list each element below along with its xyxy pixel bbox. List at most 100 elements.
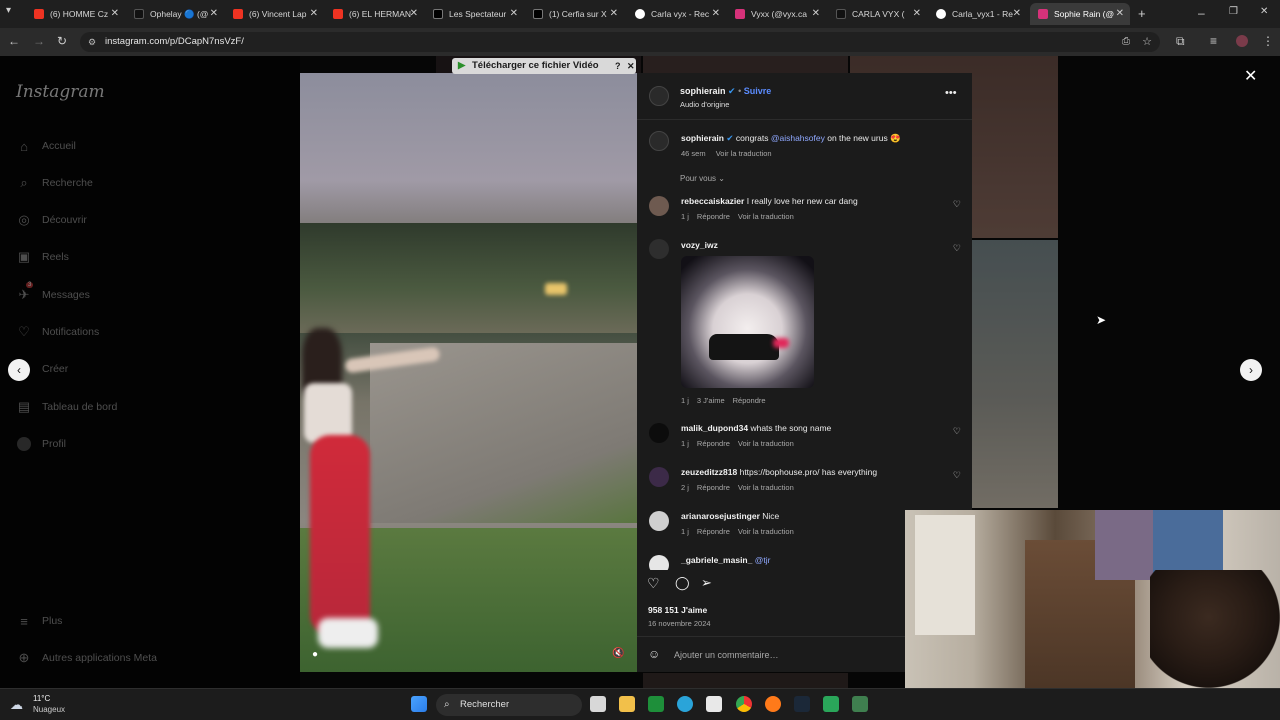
previous-post-button[interactable]: ‹ xyxy=(8,359,30,381)
see-translation-link[interactable]: Voir la traduction xyxy=(738,212,794,221)
reply-link[interactable]: Répondre xyxy=(697,439,730,448)
close-icon[interactable]: ✕ xyxy=(627,58,635,74)
new-tab-button[interactable]: + xyxy=(1138,6,1146,21)
browser-tab[interactable]: Vyxx (@vyx.ca ✕ xyxy=(727,3,826,25)
comment-image[interactable] xyxy=(681,256,814,388)
audio-label[interactable]: Audio d'origine xyxy=(680,100,729,109)
close-icon[interactable]: ✕ xyxy=(310,8,318,19)
browser-tab[interactable]: CARLA VYX ( ✕ xyxy=(828,3,927,25)
close-icon[interactable]: ✕ xyxy=(210,8,218,19)
weather-temp[interactable]: 11°C xyxy=(33,694,50,703)
comment-likes[interactable]: 3 J'aime xyxy=(697,396,725,405)
share-icon[interactable]: ➢ xyxy=(701,575,712,591)
comment-username[interactable]: vozy_iwz xyxy=(681,240,718,250)
comment-body[interactable]: @tjr xyxy=(755,555,771,565)
firefox-icon[interactable] xyxy=(765,696,781,712)
reply-link[interactable]: Répondre xyxy=(697,527,730,536)
close-icon[interactable]: ✕ xyxy=(1013,8,1021,19)
extensions-icon[interactable]: ⧉ xyxy=(1176,34,1185,49)
comment-filter-dropdown[interactable]: Pour vous ⌄ xyxy=(680,174,725,183)
close-modal-icon[interactable]: ✕ xyxy=(1244,66,1257,86)
close-icon[interactable]: ✕ xyxy=(510,8,518,19)
comment-username[interactable]: rebeccaiskazier xyxy=(681,196,744,206)
post-video[interactable]: ● 🔇 xyxy=(300,73,637,672)
commenter-avatar[interactable] xyxy=(649,467,669,487)
likes-count[interactable]: 958 151 J'aime xyxy=(648,605,707,615)
browser-tab[interactable]: (6) Vincent Lap ✕ xyxy=(225,3,324,25)
comment-username[interactable]: _gabriele_masin_ xyxy=(681,555,752,565)
reply-link[interactable]: Répondre xyxy=(733,396,766,405)
close-icon[interactable]: ✕ xyxy=(111,8,119,19)
like-comment-icon[interactable]: ♡ xyxy=(953,470,961,481)
browser-tab[interactable]: Carla_vyx1 - Re ✕ xyxy=(928,3,1027,25)
download-video-bar[interactable]: ▶ Télécharger ce fichier Vidéo ? ✕ xyxy=(452,58,636,74)
like-comment-icon[interactable]: ♡ xyxy=(953,426,961,437)
weather-desc[interactable]: Nuageux xyxy=(33,705,65,714)
see-translation-link[interactable]: Voir la traduction xyxy=(738,483,794,492)
commenter-avatar[interactable] xyxy=(649,511,669,531)
close-icon[interactable]: ✕ xyxy=(712,8,720,19)
browser-tab[interactable]: (6) EL HERMAN ✕ xyxy=(325,3,424,25)
bookmark-star-icon[interactable]: ☆ xyxy=(1142,32,1152,52)
file-explorer-icon[interactable] xyxy=(619,696,635,712)
comment-username[interactable]: zeuzeditzz818 xyxy=(681,467,737,477)
comment-username[interactable]: arianarosejustinger xyxy=(681,511,760,521)
more-options-icon[interactable]: ••• xyxy=(945,87,957,99)
url-field[interactable]: ⚙ instagram.com/p/DCapN7nsVzF/ ⎙ ☆ xyxy=(80,32,1160,52)
install-app-icon[interactable]: ⎙ xyxy=(1122,32,1130,52)
follow-button[interactable]: Suivre xyxy=(744,86,772,96)
close-icon[interactable]: ✕ xyxy=(410,8,418,19)
app-icon[interactable] xyxy=(823,696,839,712)
media-control-icon[interactable]: ≡ xyxy=(1210,34,1217,48)
browser-tab[interactable]: (6) HOMME Cz ✕ xyxy=(26,3,125,25)
like-post-icon[interactable]: ♡ xyxy=(647,575,660,592)
caption-mention[interactable]: @aishahsofey xyxy=(771,133,825,143)
close-icon[interactable]: ✕ xyxy=(913,8,921,19)
caption-username[interactable]: sophierain xyxy=(681,133,724,143)
tab-search-icon[interactable]: ▾ xyxy=(6,5,11,16)
user-tag-icon[interactable]: ● xyxy=(312,649,318,660)
comment-username[interactable]: malik_dupond34 xyxy=(681,423,748,433)
see-translation-link[interactable]: Voir la traduction xyxy=(738,527,794,536)
close-icon[interactable]: ✕ xyxy=(1116,8,1124,19)
steam-icon[interactable] xyxy=(794,696,810,712)
help-icon[interactable]: ? xyxy=(615,58,621,74)
browser-tab-active[interactable]: Sophie Rain (@ ✕ xyxy=(1030,3,1130,25)
browser-tab[interactable]: Carla vyx - Rec ✕ xyxy=(627,3,726,25)
store-icon[interactable] xyxy=(706,696,722,712)
commenter-avatar[interactable] xyxy=(649,423,669,443)
chrome-icon[interactable] xyxy=(736,696,752,712)
see-translation-link[interactable]: Voir la traduction xyxy=(738,439,794,448)
reload-icon[interactable]: ↻ xyxy=(57,34,67,48)
forward-icon[interactable]: → xyxy=(33,34,45,48)
browser-tab[interactable]: Ophelay 🔵 (@ ✕ xyxy=(126,3,224,25)
emoji-icon[interactable]: ☺ xyxy=(648,647,660,661)
close-icon[interactable]: ✕ xyxy=(610,8,618,19)
comment-icon[interactable]: ◯ xyxy=(675,575,690,591)
menu-kebab-icon[interactable]: ⋮ xyxy=(1262,34,1274,48)
browser-tab[interactable]: Les Spectateur ✕ xyxy=(425,3,524,25)
commenter-avatar[interactable] xyxy=(649,239,669,259)
reply-link[interactable]: Répondre xyxy=(697,212,730,221)
mute-icon[interactable]: 🔇 xyxy=(612,648,624,659)
restore-icon[interactable]: ❐ xyxy=(1229,6,1238,17)
back-icon[interactable]: ← xyxy=(8,34,20,48)
close-icon[interactable]: ✕ xyxy=(812,8,820,19)
window-close-icon[interactable]: ✕ xyxy=(1260,6,1268,17)
add-comment-input[interactable]: Ajouter un commentaire… xyxy=(674,650,779,660)
windows-start-icon[interactable] xyxy=(411,696,427,712)
task-view-icon[interactable] xyxy=(590,696,606,712)
next-post-button[interactable]: › xyxy=(1240,359,1262,381)
taskbar-search[interactable]: ⌕ Rechercher xyxy=(436,694,582,716)
reply-link[interactable]: Répondre xyxy=(697,483,730,492)
minimize-icon[interactable]: – xyxy=(1198,6,1205,20)
browser-tab[interactable]: (1) Cerfia sur X ✕ xyxy=(525,3,624,25)
like-comment-icon[interactable]: ♡ xyxy=(953,243,961,254)
profile-avatar[interactable] xyxy=(1236,35,1248,47)
author-username[interactable]: sophierain xyxy=(680,86,726,96)
like-comment-icon[interactable]: ♡ xyxy=(953,199,961,210)
weather-cloud-icon[interactable]: ☁ xyxy=(10,697,23,713)
app-icon-2[interactable] xyxy=(852,696,868,712)
see-translation-link[interactable]: Voir la traduction xyxy=(716,149,772,158)
author-avatar[interactable] xyxy=(649,86,669,106)
